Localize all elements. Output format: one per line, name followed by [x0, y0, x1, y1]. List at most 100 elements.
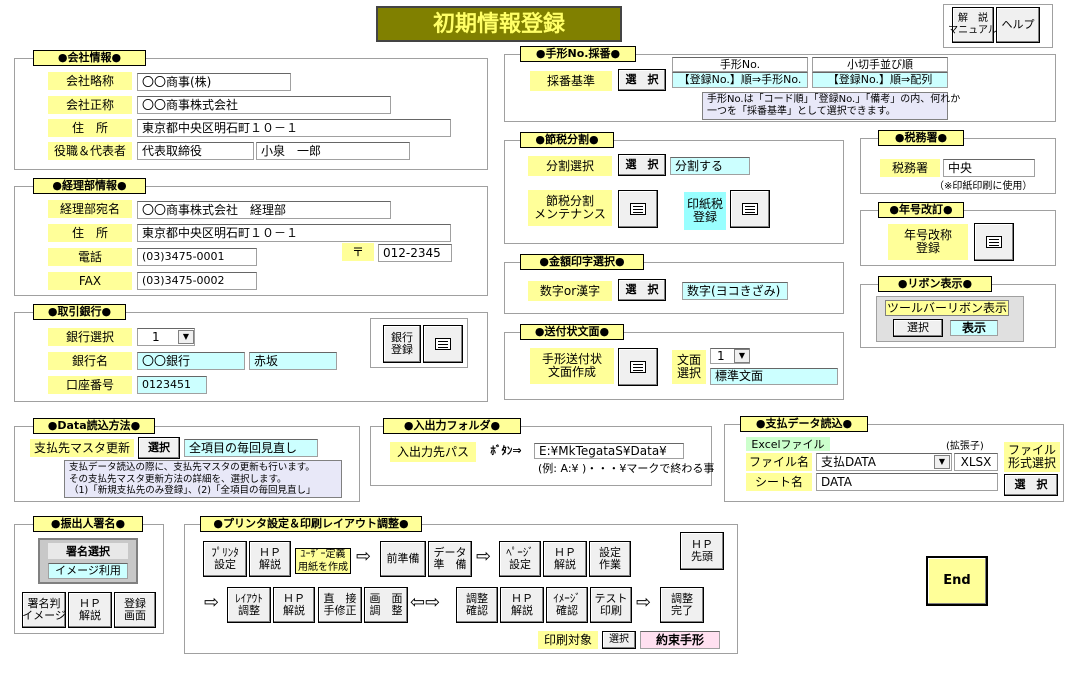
acct-zip-mark: 〒	[342, 243, 374, 261]
manual-button[interactable]: 解 説 マニュアル	[948, 7, 998, 43]
company-abbr-label: 会社略称	[48, 72, 132, 90]
letter-create-label: 手形送付状 文面作成	[530, 348, 614, 384]
company-name-field[interactable]: 〇〇商事株式会社	[137, 96, 391, 114]
ribbon-group-title: ●リボン表示●	[878, 276, 992, 292]
tegata-h1: 手形No.	[672, 57, 808, 72]
print-data-prep-button[interactable]: データ 準 備	[428, 541, 472, 577]
company-name-label: 会社正称	[48, 96, 132, 114]
bank-branch-field[interactable]: 赤坂	[249, 352, 337, 370]
era-button[interactable]	[974, 223, 1014, 261]
company-rep-field[interactable]: 小泉 一郎	[256, 142, 410, 160]
letter-dropdown-icon[interactable]: ▼	[734, 349, 750, 363]
print-hp-button-4[interactable]: ＨＰ 解説	[500, 587, 544, 623]
data-group-title: ●Data読込方法●	[33, 418, 155, 434]
arrow-right-icon: ⇨	[476, 546, 492, 567]
print-test-print-button[interactable]: テスト 印刷	[590, 587, 632, 623]
print-adjust-check-button[interactable]: 調整 確認	[456, 587, 498, 623]
pay-file-field[interactable]: 支払DATA	[816, 453, 952, 471]
pay-sheet-field[interactable]: DATA	[816, 473, 998, 491]
amount-value: 数字(ヨコきざみ)	[682, 282, 788, 300]
print-hp-top-button[interactable]: ＨＰ 先頭	[680, 532, 724, 570]
ribbon-value: 表示	[950, 320, 998, 336]
print-prep-button[interactable]: 前準備	[380, 541, 426, 577]
acct-tel-field[interactable]: (03)3475-0001	[137, 248, 257, 266]
form-icon	[742, 203, 758, 215]
split-group-title: ●節税分割●	[520, 132, 614, 148]
sign-register-button[interactable]: 登録 画面	[114, 592, 156, 628]
company-addr-field[interactable]: 東京都中央区明石町１０－１	[137, 119, 451, 137]
sign-image-button[interactable]: 署名判 イメージ	[22, 592, 66, 628]
bank-acct-field[interactable]: 0123451	[137, 376, 207, 394]
print-hp-button-3[interactable]: ＨＰ 解説	[273, 587, 315, 623]
print-target-label: 印刷対象	[538, 631, 598, 649]
print-group-title: ●プリンタ設定＆印刷レイアウト調整●	[200, 516, 422, 532]
print-page-setup-button[interactable]: ﾍﾟｰｼﾞ 設定	[499, 541, 541, 577]
acct-dept-label: 経理部宛名	[48, 200, 132, 218]
company-abbr-field[interactable]: 〇〇商事(株)	[137, 73, 291, 91]
letter-group-title: ●送付状文面●	[520, 324, 624, 340]
print-direct-edit-button[interactable]: 直 接 手修正	[318, 587, 362, 623]
end-button[interactable]: End	[926, 556, 988, 606]
pay-file-dropdown-icon[interactable]: ▼	[934, 455, 950, 469]
letter-value: 標準文面	[710, 368, 838, 385]
tax-field[interactable]: 中央	[943, 159, 1035, 177]
arrow-right-icon: ⇨	[356, 546, 372, 567]
split-label: 分割選択	[528, 156, 612, 176]
pay-format-select-button[interactable]: 選 択	[1004, 474, 1058, 496]
split-value: 分割する	[670, 157, 750, 175]
print-target-select-button[interactable]: 選択	[602, 631, 636, 649]
print-printer-settings-button[interactable]: ﾌﾟﾘﾝﾀ 設定	[203, 541, 247, 577]
ribbon-label: ツールバーリボン表示	[885, 300, 1009, 316]
help-button[interactable]: ヘルプ	[996, 7, 1040, 43]
print-setup-work-button[interactable]: 設定 作業	[589, 541, 631, 577]
data-select-button[interactable]: 選択	[138, 437, 180, 459]
company-rep-label: 役職＆代表者	[48, 142, 132, 160]
print-image-check-button[interactable]: ｲﾒｰｼﾞ 確認	[546, 587, 588, 623]
amount-label: 数字or漢字	[528, 281, 612, 301]
acct-zip-field[interactable]: 012-2345	[378, 244, 452, 262]
arrow-both-icon: ⇦⇨	[410, 592, 441, 613]
pay-excel-label: Excelファイル	[746, 437, 830, 451]
print-adjust-done-button[interactable]: 調整 完了	[660, 587, 704, 623]
print-hp-button-2[interactable]: ＨＰ 解説	[543, 541, 587, 577]
letter-create-button[interactable]	[618, 348, 658, 386]
acct-fax-field[interactable]: (03)3475-0002	[137, 272, 257, 290]
tegata-label: 採番基準	[530, 71, 612, 91]
form-icon	[630, 361, 646, 373]
io-browse-button[interactable]: ﾎﾞﾀﾝ⇒	[482, 441, 530, 461]
pay-sheet-label: シート名	[746, 473, 812, 491]
sign-select-label[interactable]: 署名選択	[48, 543, 128, 559]
acct-dept-field[interactable]: 〇〇商事株式会社 経理部	[137, 201, 391, 219]
print-layout-adjust-button[interactable]: ﾚｲｱｳﾄ 調整	[227, 587, 271, 623]
sign-hp-button[interactable]: ＨＰ 解説	[68, 592, 112, 628]
tegata-v2: 【登録No.】順⇒配列	[812, 72, 948, 88]
print-hp-button-1[interactable]: ＨＰ 解説	[249, 541, 291, 577]
sign-value: イメージ利用	[48, 563, 128, 579]
bank-dropdown-icon[interactable]: ▼	[178, 330, 194, 344]
bank-register-icon-button[interactable]	[423, 325, 463, 363]
sign-group-title: ●振出人署名●	[33, 516, 143, 532]
acct-addr-label: 住 所	[48, 224, 132, 242]
print-target-value: 約束手形	[640, 631, 720, 649]
bank-name-field[interactable]: 〇〇銀行	[137, 352, 245, 370]
acct-addr-field[interactable]: 東京都中央区明石町１０－１	[137, 224, 451, 242]
tegata-select-button[interactable]: 選 択	[618, 69, 666, 91]
bank-acct-label: 口座番号	[48, 376, 132, 394]
stamp-tax-button[interactable]	[730, 190, 770, 228]
company-title-field[interactable]: 代表取締役	[137, 142, 254, 160]
tax-group-title: ●税務署●	[878, 130, 964, 146]
acct-group-title: ●経理部情報●	[33, 178, 146, 194]
bank-sel-label: 銀行選択	[48, 328, 132, 346]
data-note: 支払データ読込の際に、支払先マスタの更新も行います。 その支払先マスタ更新方法の…	[64, 460, 342, 498]
amount-select-button[interactable]: 選 択	[618, 279, 666, 301]
bank-register-button[interactable]: 銀行 登録	[383, 325, 421, 363]
form-icon	[630, 203, 646, 215]
era-group-title: ●年号改訂●	[878, 202, 964, 218]
ribbon-select-button[interactable]: 選択	[893, 319, 943, 337]
print-screen-adjust-button[interactable]: 画 面 調 整	[364, 587, 408, 623]
split-maint-button[interactable]	[618, 190, 658, 228]
io-path-field[interactable]: E:¥MkTegataS¥Data¥	[534, 443, 684, 459]
pay-ext-field: XLSX	[954, 453, 998, 471]
split-select-button[interactable]: 選 択	[618, 154, 666, 176]
pay-group-title: ●支払データ読込●	[740, 416, 868, 432]
